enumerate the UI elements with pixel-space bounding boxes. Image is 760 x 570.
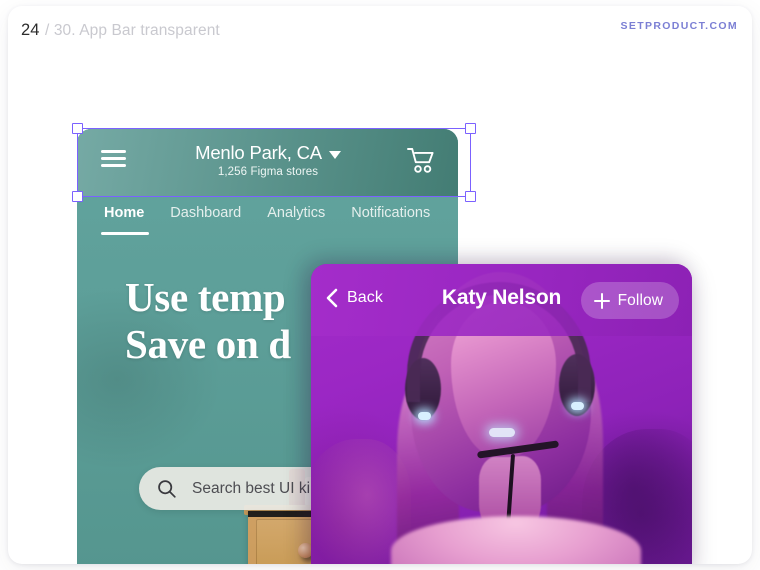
chevron-down-icon <box>328 150 341 159</box>
hamburger-menu-icon[interactable] <box>101 150 126 167</box>
tab-bar: Home Dashboard Analytics Notifications <box>77 196 458 241</box>
selection-handle-bottom-right[interactable] <box>465 191 476 202</box>
brand-watermark: SETPRODUCT.COM <box>620 20 738 32</box>
purple-phone-mockup: Back Katy Nelson Follow <box>311 264 692 564</box>
slide-counter: 24 <box>21 21 40 39</box>
app-bar-subtitle: 1,256 Figma stores <box>217 166 319 178</box>
follow-button-label: Follow <box>617 291 663 309</box>
search-placeholder-text: Search best UI ki <box>192 479 311 497</box>
slide-header: 24 / 30. App Bar transparent SETPRODUCT.… <box>8 6 752 58</box>
photo-lip-highlight <box>489 428 515 437</box>
tab-notifications-label: Notifications <box>351 205 431 221</box>
plus-icon <box>593 292 610 309</box>
app-bar-title: Menlo Park, CA <box>195 142 322 163</box>
transparent-app-bar: Menlo Park, CA 1,256 Figma stores <box>77 129 458 196</box>
selection-handle-top-right[interactable] <box>465 123 476 134</box>
search-icon <box>158 480 176 498</box>
slide-card: 24 / 30. App Bar transparent SETPRODUCT.… <box>8 6 752 564</box>
tab-home-label: Home <box>104 205 145 221</box>
tab-analytics[interactable]: Analytics <box>254 196 338 221</box>
shopping-cart-icon[interactable] <box>407 147 435 174</box>
tab-dashboard-label: Dashboard <box>170 205 242 221</box>
follow-button[interactable]: Follow <box>580 282 679 319</box>
tab-dashboard[interactable]: Dashboard <box>157 196 254 221</box>
tab-home[interactable]: Home <box>91 196 157 235</box>
page-title: / 30. App Bar transparent <box>45 22 220 39</box>
profile-app-bar: Back Katy Nelson Follow <box>311 264 692 336</box>
photo-headset-led-right <box>571 402 584 410</box>
photo-headset-led-left <box>418 412 431 420</box>
tab-analytics-label: Analytics <box>267 205 326 221</box>
app-bar-title-block[interactable]: Menlo Park, CA 1,256 Figma stores <box>141 142 395 178</box>
tab-notifications[interactable]: Notifications <box>338 196 443 221</box>
